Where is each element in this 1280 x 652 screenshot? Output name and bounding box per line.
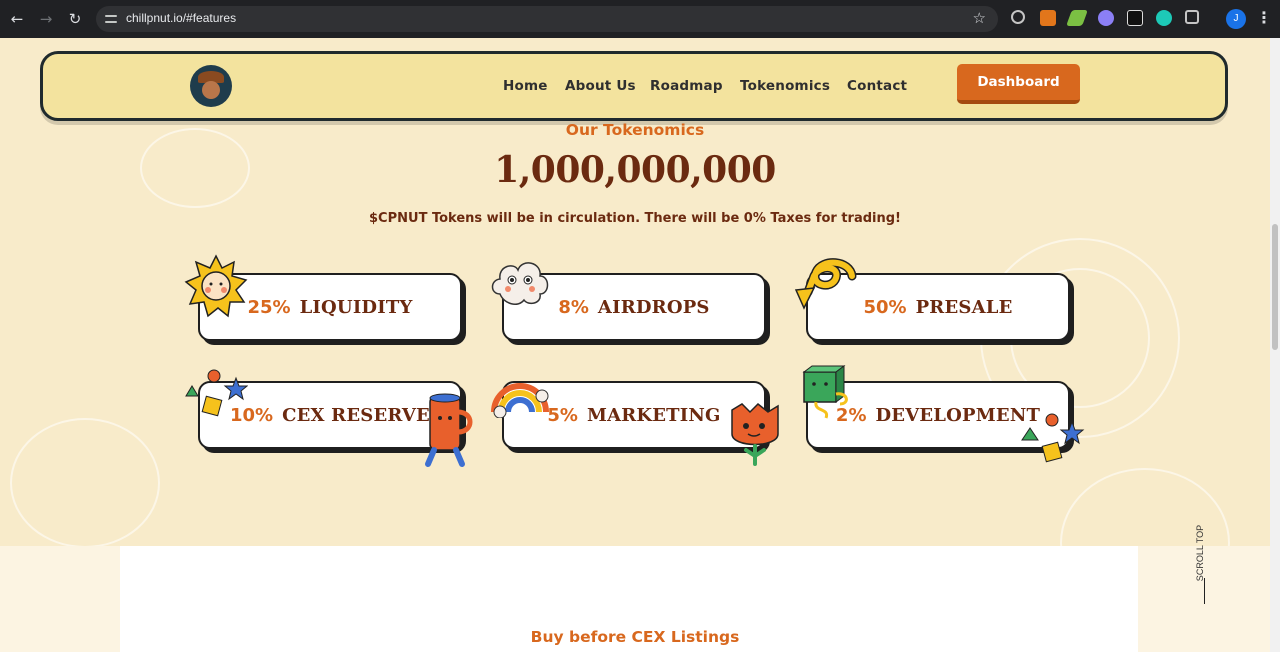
back-icon[interactable]: ← — [7, 9, 27, 29]
cup-character-sticker-icon — [425, 393, 473, 467]
phantom-wallet-icon[interactable] — [1098, 10, 1114, 26]
menu-icon[interactable]: ⋮ — [1256, 8, 1272, 27]
forward-icon[interactable]: → — [36, 9, 56, 29]
nav-contact[interactable]: Contact — [847, 78, 907, 94]
wallet-extension-icon[interactable] — [1156, 10, 1172, 26]
allocation-label: AIRDROPS — [597, 296, 710, 318]
metamask-icon[interactable] — [1040, 10, 1056, 26]
rainbow-sticker-icon — [491, 383, 549, 418]
url-text: chillpnut.io/#features — [126, 11, 237, 25]
address-bar[interactable]: chillpnut.io/#features ☆ — [96, 6, 998, 32]
page-scrollbar[interactable] — [1270, 38, 1280, 652]
scroll-top-label: SCROLL TOP — [1195, 524, 1205, 582]
reload-icon[interactable]: ↻ — [65, 9, 85, 29]
scroll-top-button[interactable]: SCROLL TOP — [1186, 510, 1226, 604]
allocation-label: LIQUIDITY — [299, 296, 413, 318]
supply-description: $CPNUT Tokens will be in circulation. Th… — [369, 211, 901, 226]
x-extension-icon[interactable] — [1127, 10, 1143, 26]
site-navbar: Home About Us Roadmap Tokenomics Contact… — [40, 51, 1228, 121]
cloud-doodle — [10, 418, 160, 548]
dashboard-button[interactable]: Dashboard — [957, 64, 1080, 104]
scroll-top-line — [1204, 578, 1205, 604]
nav-home[interactable]: Home — [503, 78, 548, 94]
cube-character-sticker-icon — [802, 365, 848, 419]
page-viewport: Home About Us Roadmap Tokenomics Contact… — [0, 38, 1270, 652]
extensions-icon[interactable] — [1185, 10, 1199, 24]
total-supply: 1,000,000,000 — [494, 149, 776, 191]
cloud-sticker-icon — [491, 262, 549, 305]
nav-tokenomics[interactable]: Tokenomics — [740, 78, 830, 94]
allocation-label: DEVELOPMENT — [875, 404, 1041, 426]
shapes-sticker-icon — [185, 369, 248, 417]
curly-arrow-sticker-icon — [794, 258, 857, 310]
section-subtitle: Our Tokenomics — [565, 121, 705, 139]
profile-avatar[interactable]: J — [1226, 9, 1246, 29]
allocation-percent: 8% — [558, 296, 589, 318]
allocation-label: PRESALE — [915, 296, 1013, 318]
allocation-percent: 50% — [863, 296, 907, 318]
browser-toolbar: ← → ↻ chillpnut.io/#features ☆ J ⋮ — [0, 0, 1280, 38]
nav-about-us[interactable]: About Us — [565, 78, 636, 94]
site-logo[interactable] — [190, 65, 232, 107]
bookmark-star-icon[interactable]: ☆ — [973, 9, 986, 27]
leaf-extension-icon[interactable] — [1066, 10, 1088, 26]
nav-roadmap[interactable]: Roadmap — [650, 78, 723, 94]
scrollbar-thumb[interactable] — [1272, 224, 1278, 350]
sun-sticker-icon — [184, 254, 248, 318]
flower-character-sticker-icon — [731, 402, 779, 466]
allocation-label: CEX RESERVE — [282, 404, 430, 426]
site-settings-icon[interactable] — [104, 12, 118, 26]
allocation-label: MARKETING — [586, 404, 721, 426]
next-section-title: Buy before CEX Listings — [530, 628, 740, 646]
allocation-percent: 25% — [247, 296, 291, 318]
react-devtools-icon[interactable] — [1011, 10, 1025, 24]
shapes-sticker-icon — [1021, 413, 1085, 463]
